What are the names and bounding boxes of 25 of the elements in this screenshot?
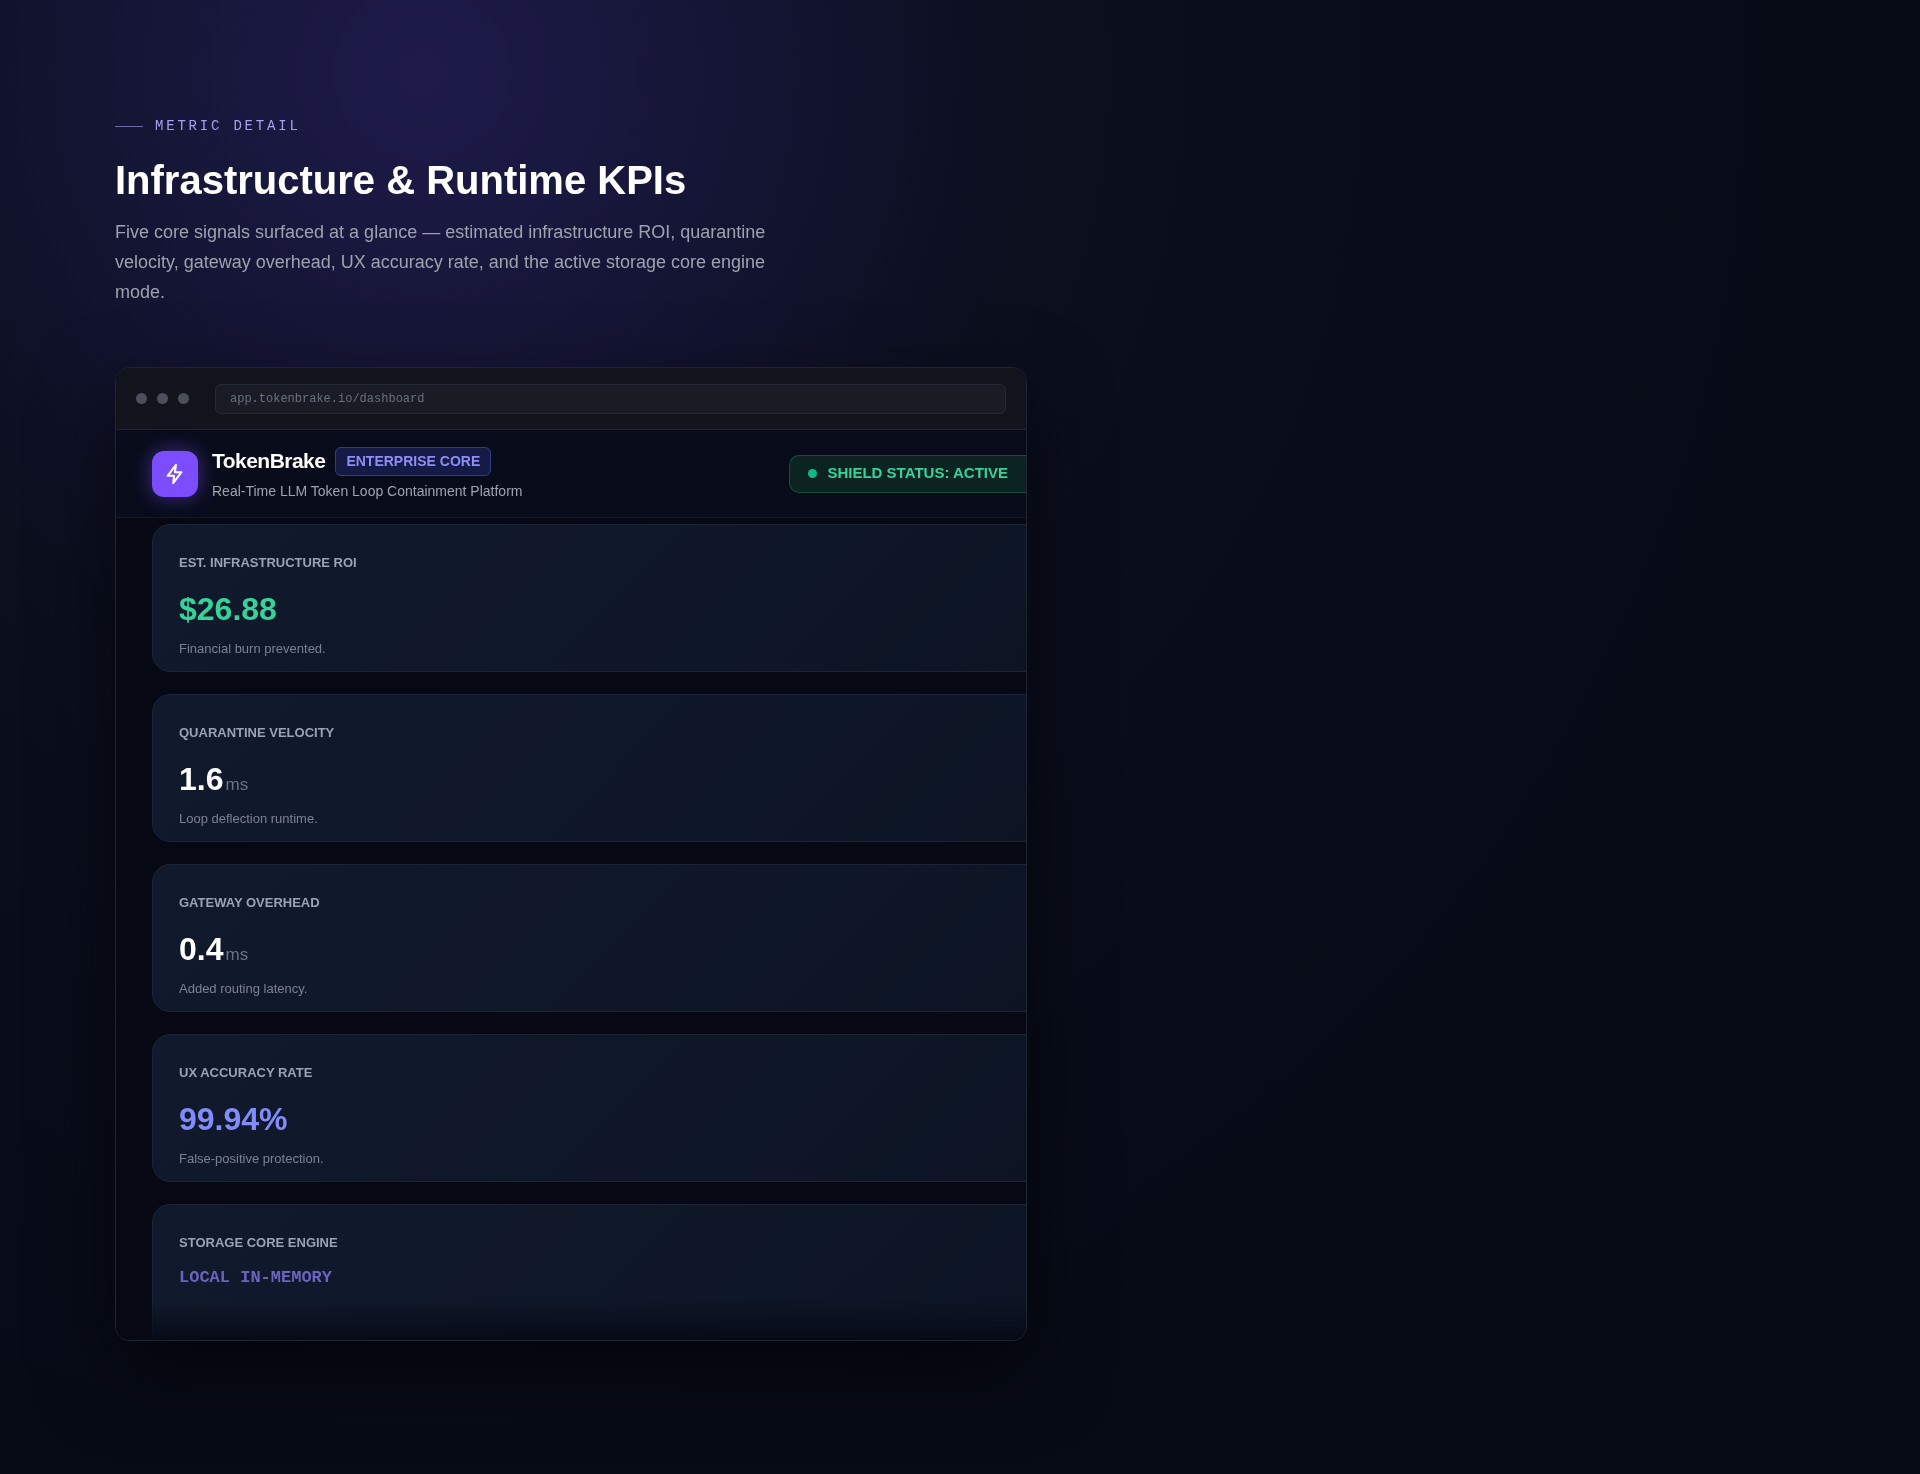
metric-label: QUARANTINE VELOCITY bbox=[179, 724, 336, 742]
metric-value: 1.6 bbox=[179, 759, 224, 799]
metric-caption: False-positive protection. bbox=[179, 1149, 325, 1168]
plan-badge: ENTERPRISE CORE bbox=[335, 446, 492, 476]
metric-caption: Financial burn prevented. bbox=[179, 639, 327, 658]
app-name: TokenBrake bbox=[212, 448, 326, 475]
metric-label: UX ACCURACY RATE bbox=[179, 1064, 314, 1082]
app-subtitle: Real-Time LLM Token Loop Containment Platform bbox=[212, 481, 523, 501]
page-title: Infrastructure & Runtime KPIs bbox=[115, 157, 688, 204]
metric-value: 99.94% bbox=[179, 1099, 288, 1139]
metric-label: GATEWAY OVERHEAD bbox=[179, 894, 321, 912]
metric-value: LOCAL IN-MEMORY bbox=[179, 1266, 333, 1289]
address-bar[interactable]: app.tokenbrake.io/dashboard bbox=[215, 383, 1006, 414]
metric-value: $26.88 bbox=[179, 589, 277, 629]
metric-unit: ms bbox=[225, 943, 249, 966]
metric-unit: ms bbox=[225, 773, 249, 796]
metric-caption: Loop deflection runtime. bbox=[179, 809, 319, 828]
status-badge: SHIELD STATUS: ACTIVE bbox=[789, 454, 1026, 493]
metric-value: 0.4 bbox=[179, 929, 224, 969]
section-eyebrow: METRIC DETAIL bbox=[155, 117, 301, 136]
metric-label: EST. INFRASTRUCTURE ROI bbox=[179, 554, 358, 572]
metric-caption: Added routing latency. bbox=[179, 979, 309, 998]
metric-label: STORAGE CORE ENGINE bbox=[179, 1234, 339, 1252]
app-logo-icon bbox=[152, 450, 198, 497]
page-description: Five core signals surfaced at a glance — estimated infrastructure ROI, quarantine velocity, gateway overhead, UX accuracy rate, and the active storage core engine mode. bbox=[115, 221, 767, 304]
